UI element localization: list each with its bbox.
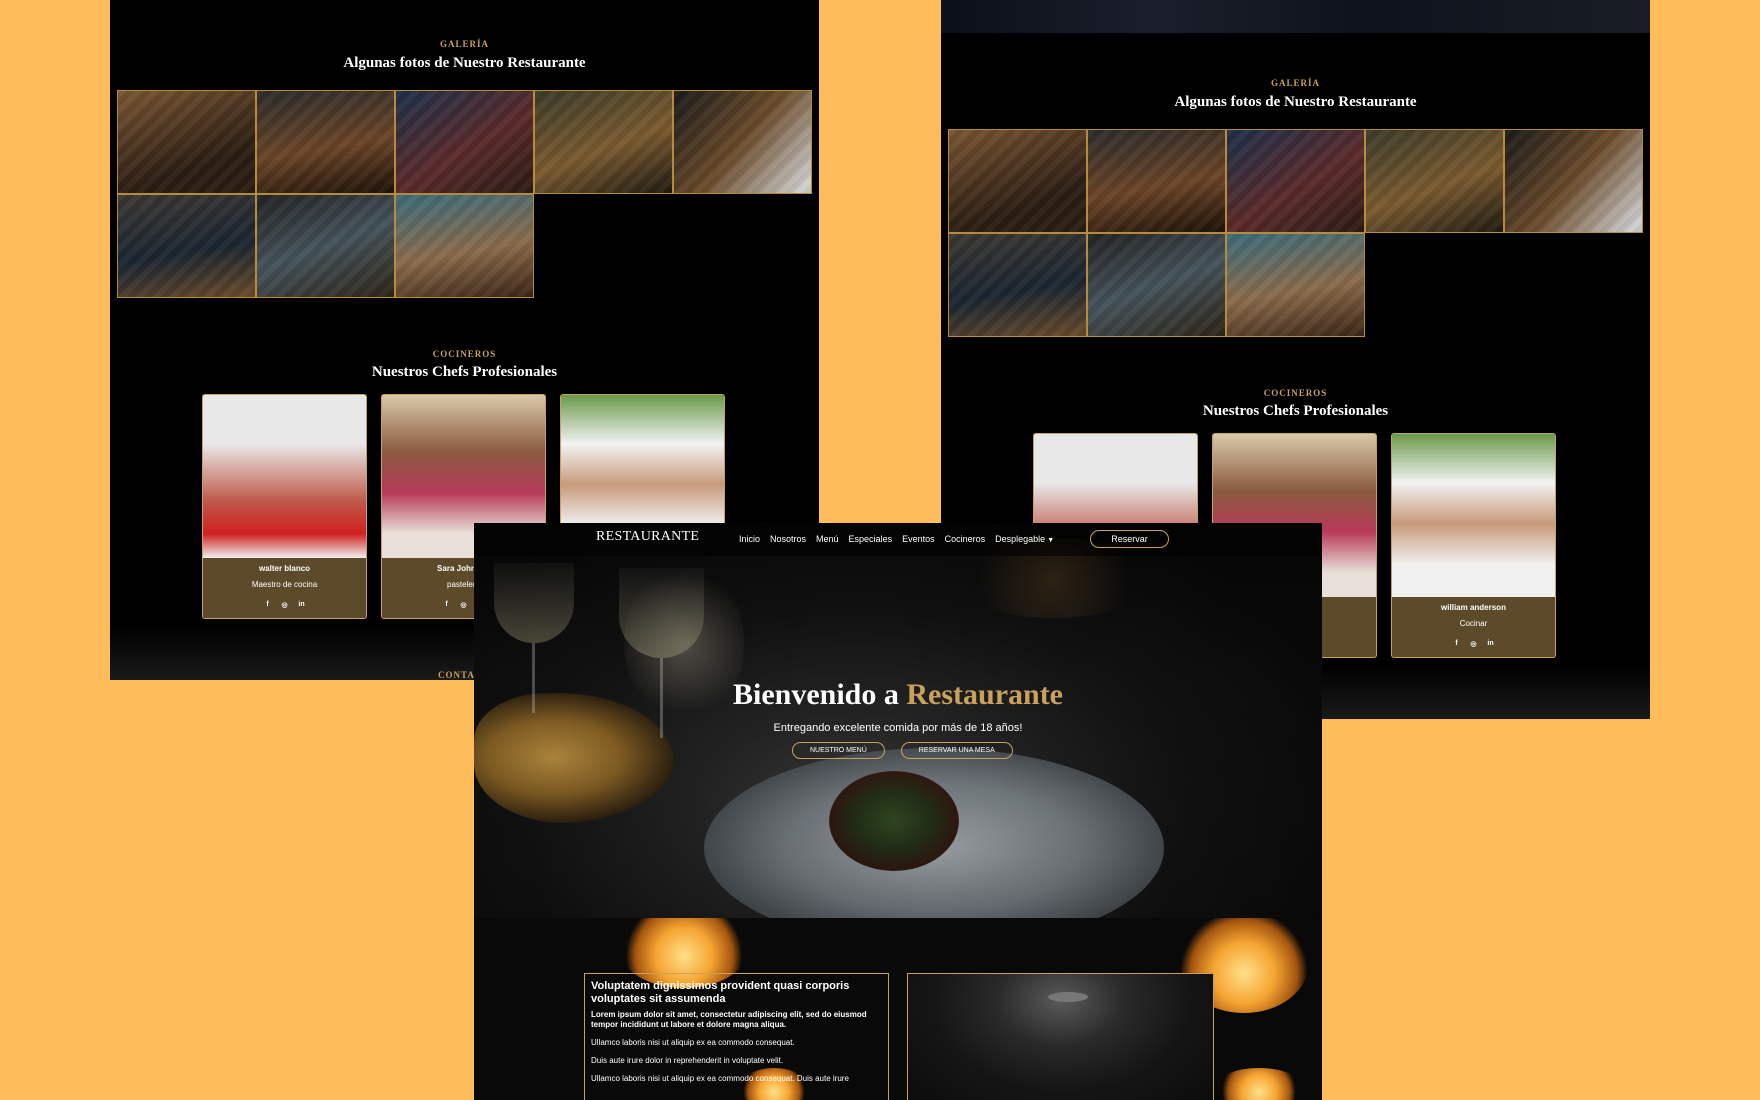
instagram-icon[interactable]: ◎ [1470,640,1477,648]
linkedin-icon[interactable]: in [1487,640,1494,648]
chef-role: Cocinar [1459,619,1488,628]
gallery-photo[interactable] [395,90,534,194]
nav-desplegable-label: Desplegable [995,534,1046,544]
brand-logo[interactable]: RESTAURANTE [596,529,699,545]
chef-card[interactable]: walter blanco Maestro de cocina f ◎ in [202,394,367,619]
facebook-icon[interactable]: f [443,601,450,609]
linkedin-icon[interactable]: in [298,601,305,609]
lamp-image [1214,1068,1304,1100]
gallery-title: Algunas fotos de Nuestro Restaurante [343,55,586,71]
caret-down-icon: ▼ [1047,537,1055,544]
nav-menu: Inicio Nosotros Menú Especiales Eventos … [739,534,1054,544]
gallery-photo[interactable] [534,90,673,194]
gallery-photo[interactable] [1087,129,1226,233]
about-paragraph: Ullamco laboris nisi ut aliquip ex ea co… [591,1038,795,1047]
gallery-photo[interactable] [673,90,812,194]
nav-especiales[interactable]: Especiales [849,534,893,544]
gallery-grid [117,90,812,298]
instagram-icon[interactable]: ◎ [460,601,467,609]
facebook-icon[interactable]: f [1453,640,1460,648]
menu-button[interactable]: NUESTRO MENÚ [792,742,885,759]
chef-name: william anderson [1441,603,1506,612]
top-navbar: RESTAURANTE Inicio Nosotros Menú Especia… [474,523,1322,556]
hero-title: Bienvenido a Restaurante [474,678,1322,712]
about-lead: Lorem ipsum dolor sit amet, consectetur … [591,1010,867,1029]
gallery-title: Algunas fotos de Nuestro Restaurante [1174,94,1417,110]
gallery-photo[interactable] [1087,233,1226,337]
about-paragraph: Duis aute irure dolor in reprehenderit i… [591,1056,784,1065]
hero-overlay [474,523,1322,918]
chef-card[interactable]: william anderson Cocinar f ◎ in [1391,433,1556,658]
hero-title-accent: Restaurante [906,678,1063,711]
about-text-box: Voluptatem dignissimos provident quasi c… [584,973,889,1100]
hero-title-prefix: Bienvenido a [732,678,907,711]
gallery-kicker: GALERÍA [439,39,489,49]
ceiling-light [1048,992,1088,1002]
nav-desplegable[interactable]: Desplegable ▼ [995,534,1054,544]
about-image [907,973,1214,1100]
hero-buttons: NUESTRO MENÚ RESERVAR UNA MESA [792,742,1013,759]
gallery-photo[interactable] [1226,129,1365,233]
gallery-grid [948,129,1643,337]
gallery-photo[interactable] [256,90,395,194]
gallery-photo[interactable] [256,194,395,298]
chef-role: Maestro de cocina [251,580,318,589]
chef-photo [203,395,366,558]
gallery-photo[interactable] [117,194,256,298]
hero-subtitle: Entregando excelente comida por más de 1… [773,722,1023,734]
gallery-photo[interactable] [1226,233,1365,337]
chef-name: walter blanco [258,564,311,573]
chefs-kicker: COCINEROS [432,349,497,359]
gallery-photo[interactable] [1365,129,1504,233]
nav-nosotros[interactable]: Nosotros [770,534,806,544]
chefs-title: Nuestros Chefs Profesionales [1202,403,1389,419]
chefs-title: Nuestros Chefs Profesionales [371,364,558,380]
gallery-photo[interactable] [948,129,1087,233]
nav-menu-link[interactable]: Menú [816,534,839,544]
gallery-photo[interactable] [948,233,1087,337]
nav-eventos[interactable]: Eventos [902,534,935,544]
gallery-photo[interactable] [395,194,534,298]
chefs-kicker: COCINEROS [1263,388,1328,398]
reserve-button[interactable]: Reservar [1090,530,1169,548]
gallery-photo[interactable] [117,90,256,194]
about-heading: Voluptatem dignissimos provident quasi c… [591,980,850,1005]
nav-cocineros[interactable]: Cocineros [945,534,986,544]
book-table-button[interactable]: RESERVAR UNA MESA [900,742,1013,759]
chef-photo [1392,434,1555,597]
screenshot-homepage-front: RESTAURANTE Inicio Nosotros Menú Especia… [474,523,1322,1100]
instagram-icon[interactable]: ◎ [281,601,288,609]
facebook-icon[interactable]: f [264,601,271,609]
gallery-photo[interactable] [1504,129,1643,233]
nav-inicio[interactable]: Inicio [739,534,760,544]
about-section: Voluptatem dignissimos provident quasi c… [474,918,1322,1100]
header-strip [941,0,1650,33]
gallery-kicker: GALERÍA [1270,78,1320,88]
about-paragraph: Ullamco laboris nisi ut aliquip ex ea co… [591,1074,849,1083]
hero-section: RESTAURANTE Inicio Nosotros Menú Especia… [474,523,1322,918]
